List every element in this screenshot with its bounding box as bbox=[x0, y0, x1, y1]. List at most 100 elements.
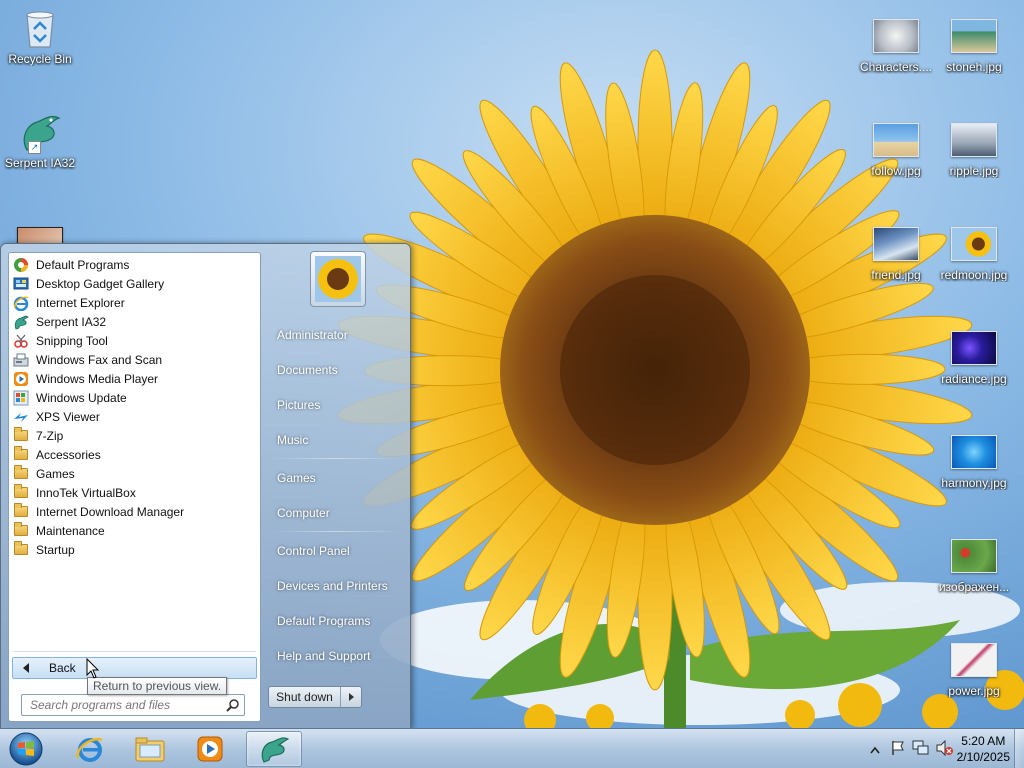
desktop-icon-label: redmoon.jpg bbox=[940, 268, 1008, 282]
link-default-programs[interactable]: Default Programs bbox=[277, 614, 370, 628]
search-icon[interactable] bbox=[226, 698, 240, 712]
image-thumbnail-icon bbox=[872, 16, 920, 56]
network-icon[interactable] bbox=[912, 740, 930, 759]
chevron-right-icon bbox=[348, 693, 354, 701]
volume-muted-icon[interactable] bbox=[936, 739, 954, 759]
image-thumbnail-icon bbox=[16, 224, 64, 244]
back-button[interactable]: Back bbox=[12, 657, 257, 679]
program-internet-explorer[interactable]: Internet Explorer bbox=[11, 293, 258, 312]
desktop-icon-recycle-bin[interactable]: Recycle Bin bbox=[2, 8, 78, 66]
link-help-and-support[interactable]: Help and Support bbox=[277, 649, 370, 663]
link-pictures[interactable]: Pictures bbox=[277, 398, 320, 412]
image-thumbnail-icon bbox=[950, 536, 998, 576]
program-label: Windows Media Player bbox=[36, 371, 159, 386]
search-placeholder: Search programs and files bbox=[30, 698, 171, 712]
divider bbox=[271, 531, 401, 532]
link-devices-and-printers[interactable]: Devices and Printers bbox=[277, 579, 388, 593]
scissors-icon bbox=[13, 333, 29, 349]
programs-list: Default Programs Desktop Gadget Gallery … bbox=[11, 255, 258, 559]
recycle-bin-icon bbox=[16, 8, 64, 48]
search-input[interactable]: Search programs and files bbox=[21, 694, 245, 716]
taskbar-windows-explorer[interactable] bbox=[122, 731, 178, 767]
desktop-icon-label: friend.jpg bbox=[871, 268, 921, 282]
desktop-icon-label: stoneh.jpg bbox=[946, 60, 1002, 74]
program-label: Default Programs bbox=[36, 257, 130, 272]
desktop-icon-label: изображен... bbox=[938, 580, 1010, 594]
program-desktop-gadget-gallery[interactable]: Desktop Gadget Gallery bbox=[11, 274, 258, 293]
desktop-icon-harmony[interactable]: harmony.jpg bbox=[936, 432, 1012, 490]
program-folder-startup[interactable]: Startup bbox=[11, 540, 258, 559]
desktop-icon-partial[interactable] bbox=[2, 224, 78, 244]
desktop-icon-label: Serpent IA32 bbox=[4, 156, 76, 170]
program-folder-internet-download-manager[interactable]: Internet Download Manager bbox=[11, 502, 258, 521]
desktop-icon-label: power.jpg bbox=[948, 684, 1000, 698]
windows-logo-icon bbox=[9, 732, 43, 766]
all-programs-pane: Default Programs Desktop Gadget Gallery … bbox=[8, 252, 261, 722]
desktop-icon-ripple[interactable]: ripple.jpg bbox=[936, 120, 1012, 178]
desktop-icon-stoneh[interactable]: stoneh.jpg bbox=[936, 16, 1012, 74]
desktop-icon-follow[interactable]: follow.jpg bbox=[858, 120, 934, 178]
taskbar-serpent-ia32[interactable] bbox=[246, 731, 302, 767]
clock[interactable]: 5:20 AM 2/10/2025 bbox=[957, 733, 1010, 765]
program-label: XPS Viewer bbox=[36, 409, 100, 424]
folder-icon bbox=[13, 465, 29, 482]
program-default-programs[interactable]: Default Programs bbox=[11, 255, 258, 274]
start-button[interactable] bbox=[6, 730, 46, 768]
program-label: Internet Download Manager bbox=[36, 504, 185, 519]
windows-update-icon bbox=[13, 390, 29, 406]
program-serpent-ia32[interactable]: Serpent IA32 bbox=[11, 312, 258, 331]
program-folder-innotek-virtualbox[interactable]: InnoTek VirtualBox bbox=[11, 483, 258, 502]
desktop-icon-label: ripple.jpg bbox=[949, 164, 999, 178]
program-folder-maintenance[interactable]: Maintenance bbox=[11, 521, 258, 540]
desktop-icon-radiance[interactable]: radiance.jpg bbox=[936, 328, 1012, 386]
desktop-icon-label: follow.jpg bbox=[871, 164, 921, 178]
show-hidden-icons-button[interactable] bbox=[870, 743, 880, 757]
link-documents[interactable]: Documents bbox=[277, 363, 338, 377]
program-windows-update[interactable]: Windows Update bbox=[11, 388, 258, 407]
desktop-icon-label: Recycle Bin bbox=[8, 52, 72, 66]
program-label: Maintenance bbox=[36, 523, 105, 538]
program-label: Windows Update bbox=[36, 390, 127, 405]
taskbar-media-player[interactable] bbox=[182, 731, 238, 767]
serpent-dragon-icon: ↗ bbox=[16, 112, 64, 154]
program-label: Windows Fax and Scan bbox=[36, 352, 163, 367]
desktop-icon-characters[interactable]: Characters.... bbox=[858, 16, 934, 74]
taskbar: 5:20 AM 2/10/2025 bbox=[0, 728, 1024, 768]
desktop-icon-power[interactable]: power.jpg bbox=[936, 640, 1012, 698]
program-label: Desktop Gadget Gallery bbox=[36, 276, 165, 291]
taskbar-internet-explorer[interactable] bbox=[62, 731, 118, 767]
program-snipping-tool[interactable]: Snipping Tool bbox=[11, 331, 258, 350]
clock-date: 2/10/2025 bbox=[956, 750, 1010, 764]
program-windows-fax-and-scan[interactable]: Windows Fax and Scan bbox=[11, 350, 258, 369]
chevron-up-icon bbox=[870, 746, 880, 754]
image-thumbnail-icon bbox=[950, 432, 998, 472]
shutdown-options-button[interactable] bbox=[341, 687, 361, 707]
program-label: Games bbox=[36, 466, 75, 481]
folder-icon bbox=[13, 484, 29, 501]
desktop-icon-izobrazhen[interactable]: изображен... bbox=[936, 536, 1012, 594]
default-programs-icon bbox=[13, 257, 29, 273]
shutdown-button-group: Shut down bbox=[268, 686, 362, 708]
link-music[interactable]: Music bbox=[277, 433, 308, 447]
folder-icon bbox=[13, 522, 29, 539]
program-label: 7-Zip bbox=[36, 428, 64, 443]
desktop-icon-label: harmony.jpg bbox=[941, 476, 1007, 490]
desktop-icon-serpent-ia32[interactable]: ↗ Serpent IA32 bbox=[2, 112, 78, 170]
link-administrator[interactable]: Administrator bbox=[277, 328, 348, 342]
user-picture[interactable] bbox=[310, 251, 366, 307]
program-windows-media-player[interactable]: Windows Media Player bbox=[11, 369, 258, 388]
desktop-icon-redmoon[interactable]: redmoon.jpg bbox=[936, 224, 1012, 282]
desktop-icon-friend[interactable]: friend.jpg bbox=[858, 224, 934, 282]
program-folder-7-zip[interactable]: 7-Zip bbox=[11, 426, 258, 445]
program-folder-games[interactable]: Games bbox=[11, 464, 258, 483]
show-desktop-button[interactable] bbox=[1014, 729, 1024, 768]
program-folder-accessories[interactable]: Accessories bbox=[11, 445, 258, 464]
link-computer[interactable]: Computer bbox=[277, 506, 330, 520]
action-center-icon[interactable] bbox=[890, 740, 906, 759]
link-games[interactable]: Games bbox=[277, 471, 316, 485]
system-tray: 5:20 AM 2/10/2025 bbox=[844, 729, 1024, 768]
back-tooltip: Return to previous view. bbox=[87, 677, 228, 695]
link-control-panel[interactable]: Control Panel bbox=[277, 544, 350, 558]
program-xps-viewer[interactable]: XPS Viewer bbox=[11, 407, 258, 426]
shutdown-button[interactable]: Shut down bbox=[269, 687, 341, 707]
